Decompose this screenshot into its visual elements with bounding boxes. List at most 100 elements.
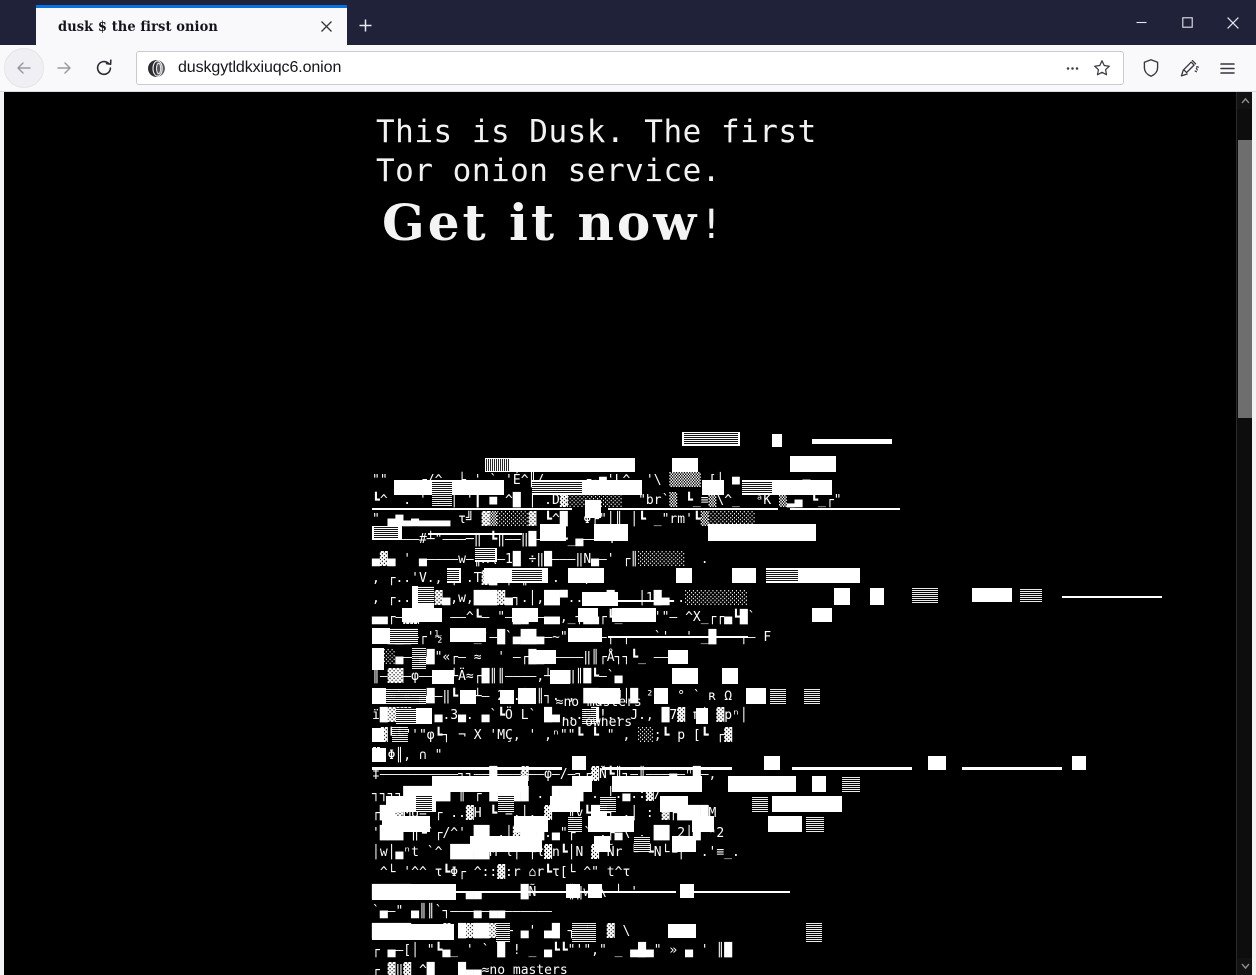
browser-window: dusk $ the first onion duskgytldkxiuqc6.… — [0, 0, 1256, 975]
art-block — [594, 836, 610, 852]
art-block — [550, 796, 580, 812]
art-block — [390, 628, 418, 644]
art-block — [540, 524, 566, 541]
art-block — [498, 796, 514, 812]
art-block — [672, 458, 698, 472]
ascii-art-line: —`▄█▄—┌'½ ʀ' _`—█`▄██▄—~" ┗ ——┌ ┌ — `'— … — [372, 629, 772, 645]
scrollbar-thumb[interactable] — [1238, 140, 1252, 418]
art-block — [660, 796, 688, 812]
art-block — [588, 816, 634, 832]
ascii-art-line: `▄—" ▄║║`┐———▄—▄▄—————— — [372, 904, 553, 920]
art-block — [396, 708, 416, 724]
art-block — [386, 688, 426, 704]
forward-button[interactable] — [44, 48, 84, 88]
ascii-art-line: ▒░░▄——▄█"«┌— ≈ ' —┌█▄—————‖║┌Å┐┐┗_ —— — — [372, 649, 686, 665]
page-actions-icon[interactable] — [1057, 53, 1087, 83]
art-block — [742, 481, 772, 494]
ascii-art-line: ┌ ▄—[│ "┗▄_ ' ` █ ! _ ▄┗┗"'"," _ ▄█▄" » … — [372, 943, 733, 959]
art-block — [588, 884, 602, 898]
window-controls — [1118, 0, 1256, 45]
art-block — [392, 726, 408, 742]
art-block — [372, 688, 386, 704]
art-block — [842, 776, 860, 792]
art-line — [372, 767, 562, 770]
art-block — [485, 459, 509, 471]
art-block — [668, 924, 696, 938]
art-line — [790, 508, 900, 510]
hero-block: This is Dusk. The first Tor onion servic… — [376, 113, 1196, 248]
page-content: This is Dusk. The first Tor onion servic… — [4, 92, 1236, 975]
art-block — [372, 728, 384, 742]
art-block — [512, 569, 542, 582]
art-block — [566, 884, 580, 898]
art-block — [475, 549, 495, 561]
menu-icon[interactable] — [1208, 49, 1246, 87]
art-block — [804, 688, 820, 704]
close-icon[interactable] — [313, 14, 339, 40]
art-line — [962, 767, 1062, 770]
art-block — [764, 756, 780, 770]
art-block — [722, 668, 738, 684]
new-identity-icon[interactable] — [1170, 49, 1208, 87]
art-block — [496, 922, 510, 942]
art-block — [1020, 588, 1042, 602]
art-block — [692, 816, 714, 832]
art-block — [412, 647, 426, 669]
art-line — [1062, 596, 1162, 598]
back-button[interactable] — [4, 48, 44, 88]
art-block — [372, 924, 454, 940]
art-block — [746, 688, 766, 704]
ascii-art-line: ▄▓▄ ' ▄————w—║H\—1█ ÷‖█———‖N▄—' ┌║░░░░░░… — [372, 551, 709, 567]
ascii-art-line: ┌ ▓‖▓ ^█_ █▄▄≈no masters — [372, 963, 568, 975]
ascii-art-line: ^└ '^^ τ┗Φ┌ ^::▓:r ⌂r┗τ[└ ^" t^τ — [372, 865, 631, 881]
bookmark-star-icon[interactable] — [1087, 53, 1117, 83]
scroll-up-icon[interactable] — [1237, 92, 1252, 109]
tab-dusk[interactable]: dusk $ the first onion — [36, 5, 347, 45]
art-block — [668, 650, 688, 664]
art-block — [672, 668, 698, 684]
art-block — [432, 670, 454, 684]
heading-line-1: This is Dusk. The first — [376, 114, 817, 150]
cta-label: Get it now — [382, 193, 700, 252]
art-block — [585, 500, 601, 518]
art-block — [702, 480, 724, 495]
reload-button[interactable] — [84, 48, 124, 88]
art-block — [382, 816, 430, 832]
get-it-now-link[interactable]: Get it now! — [382, 198, 1196, 248]
art-block — [772, 434, 782, 447]
url-text[interactable]: duskgytldkxiuqc6.onion — [178, 59, 1057, 77]
art-block — [512, 608, 538, 622]
art-line — [372, 884, 456, 900]
address-bar[interactable]: duskgytldkxiuqc6.onion — [136, 51, 1124, 85]
art-block — [634, 836, 650, 852]
art-block — [676, 568, 692, 583]
art-block — [752, 796, 768, 812]
art-block — [582, 592, 618, 606]
art-block — [728, 776, 796, 792]
art-block — [870, 588, 884, 605]
shield-icon[interactable] — [1132, 49, 1170, 87]
art-line — [608, 636, 748, 638]
art-line — [618, 600, 674, 602]
art-block — [536, 650, 556, 664]
minimize-button[interactable] — [1118, 0, 1164, 45]
ascii-art-line: , ┌..,.║▓▄,w,███▓▄┐.│,██▀....Æ█ . │1█▄..… — [372, 590, 748, 606]
art-block — [416, 796, 432, 812]
art-block — [572, 776, 592, 792]
new-tab-button[interactable] — [347, 5, 383, 45]
scroll-down-icon[interactable] — [1237, 958, 1252, 975]
title-bar: dusk $ the first onion — [0, 0, 1256, 45]
vertical-scrollbar[interactable] — [1236, 92, 1252, 975]
art-block — [928, 756, 946, 770]
art-block — [768, 816, 802, 832]
close-window-button[interactable] — [1210, 0, 1256, 45]
art-line — [608, 508, 778, 510]
art-block — [612, 608, 656, 622]
art-block — [568, 816, 582, 832]
art-line — [602, 767, 732, 770]
art-block — [374, 527, 398, 539]
art-block — [770, 688, 786, 704]
art-block — [432, 776, 528, 792]
art-line — [694, 891, 790, 893]
maximize-button[interactable] — [1164, 0, 1210, 45]
